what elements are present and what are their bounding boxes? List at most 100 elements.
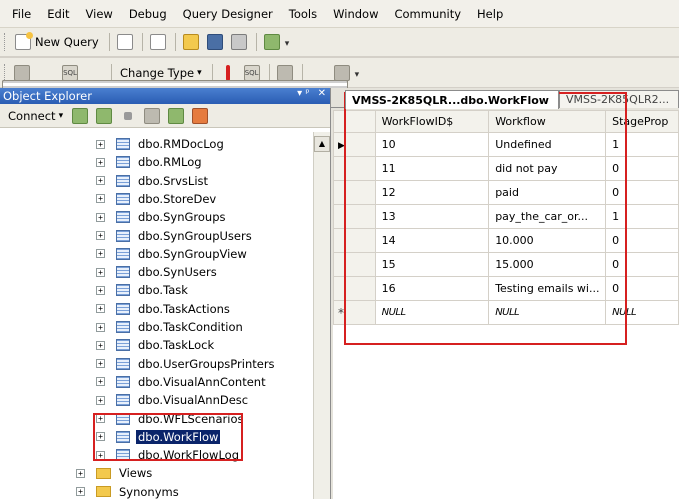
- tree-item-table[interactable]: + dbo.TaskLock: [96, 336, 216, 354]
- row-selector[interactable]: ▶: [333, 132, 376, 157]
- toolbar-overflow-icon[interactable]: ▾: [285, 33, 295, 51]
- expand-icon[interactable]: +: [96, 176, 105, 186]
- object-explorer-scrollbar[interactable]: ▲: [313, 132, 330, 499]
- expand-icon[interactable]: +: [96, 340, 105, 350]
- tree-item-table[interactable]: + dbo.VisualAnnDesc: [96, 391, 250, 409]
- expand-icon[interactable]: +: [96, 231, 105, 240]
- row-selector[interactable]: [333, 180, 376, 205]
- scroll-up-icon[interactable]: ▲: [314, 136, 330, 152]
- grid-cell[interactable]: Testing emails wi...: [488, 276, 607, 301]
- tree-item-table[interactable]: + dbo.RMDocLog: [96, 135, 226, 153]
- expand-icon[interactable]: +: [96, 139, 105, 149]
- pin-icon[interactable]: ▾ ᵖ: [297, 88, 309, 99]
- close-icon[interactable]: ✕: [318, 88, 326, 99]
- tree-item-table[interactable]: + dbo.WorkFlow: [96, 428, 221, 446]
- report-button[interactable]: [261, 31, 283, 53]
- filter-button[interactable]: [141, 105, 163, 127]
- toolbar-overflow-icon[interactable]: ▾: [355, 64, 365, 82]
- tree-item-table[interactable]: + dbo.WorkFlowLog: [96, 446, 241, 464]
- tab-workflow-table[interactable]: VMSS-2K85QLR...dbo.WorkFlow: [345, 90, 559, 109]
- tree-item-table[interactable]: + dbo.RMLog: [96, 153, 204, 171]
- print-button[interactable]: [228, 31, 250, 53]
- grid-cell[interactable]: 13: [374, 204, 490, 229]
- new-project-button[interactable]: [114, 31, 136, 53]
- table-row[interactable]: 11 did not pay 0: [333, 156, 679, 181]
- expand-icon[interactable]: +: [96, 304, 105, 314]
- row-selector[interactable]: [333, 156, 376, 181]
- grid-cell[interactable]: 0: [605, 228, 679, 253]
- summary-button[interactable]: [189, 105, 211, 127]
- menu-item-community[interactable]: Community: [386, 7, 469, 21]
- grid-cell-null[interactable]: NULL: [374, 300, 490, 325]
- object-explorer-tree[interactable]: + dbo.RMDocLog + dbo.RMLog + dbo.SrvsList + dbo…: [0, 132, 313, 499]
- table-row[interactable]: 14 10.000 0: [333, 228, 679, 253]
- tree-item-folder[interactable]: + Synonyms: [76, 483, 181, 499]
- grid-cell[interactable]: 1: [605, 204, 679, 229]
- row-selector[interactable]: [333, 276, 376, 301]
- tree-item-table[interactable]: + dbo.SynGroups: [96, 208, 228, 226]
- expand-icon[interactable]: +: [96, 194, 105, 204]
- tree-item-table[interactable]: + dbo.Task: [96, 281, 190, 299]
- new-row[interactable]: * NULL NULL NULL: [333, 300, 679, 325]
- expand-icon[interactable]: +: [96, 212, 105, 222]
- grid-cell[interactable]: pay_the_car_or...: [488, 204, 607, 229]
- new-query-button[interactable]: New Query: [11, 31, 103, 53]
- toolbar-grip[interactable]: [4, 33, 7, 51]
- stop-button[interactable]: [117, 105, 139, 127]
- expand-icon[interactable]: +: [96, 322, 105, 332]
- expand-icon[interactable]: +: [96, 395, 105, 405]
- tree-item-table[interactable]: + dbo.SrvsList: [96, 172, 210, 190]
- tree-item-table[interactable]: + dbo.StoreDev: [96, 190, 218, 208]
- save-button[interactable]: [204, 31, 226, 53]
- add-table-button[interactable]: [2, 62, 348, 469]
- grid-cell[interactable]: 10: [374, 132, 490, 157]
- expand-icon[interactable]: +: [96, 414, 105, 423]
- tree-item-folder[interactable]: + Views: [76, 464, 154, 482]
- grid-cell[interactable]: 15: [374, 252, 490, 277]
- grid-cell[interactable]: 14: [374, 228, 490, 253]
- expand-icon[interactable]: +: [96, 285, 105, 295]
- column-header[interactable]: Workflow: [488, 110, 607, 133]
- table-row[interactable]: ▶ 10 Undefined 1: [333, 132, 679, 157]
- tree-item-table[interactable]: + dbo.UserGroupsPrinters: [96, 355, 277, 373]
- new-file-button[interactable]: [147, 31, 169, 53]
- toolbar-grip[interactable]: [4, 63, 7, 82]
- tree-item-table[interactable]: + dbo.TaskCondition: [96, 318, 245, 336]
- table-row[interactable]: 15 15.000 0: [333, 252, 679, 277]
- tree-item-table[interactable]: + dbo.VisualAnnContent: [96, 373, 268, 391]
- expand-icon[interactable]: +: [96, 432, 105, 442]
- tree-item-table[interactable]: + dbo.SynGroupView: [96, 245, 249, 263]
- grid-cell[interactable]: 0: [605, 156, 679, 181]
- expand-icon[interactable]: +: [96, 359, 105, 369]
- expand-icon[interactable]: +: [76, 487, 85, 497]
- disconnect-button[interactable]: [93, 105, 115, 127]
- row-selector[interactable]: *: [333, 300, 376, 325]
- tree-item-table[interactable]: + dbo.SynUsers: [96, 263, 219, 281]
- grid-cell[interactable]: 0: [605, 252, 679, 277]
- open-button[interactable]: [180, 31, 202, 53]
- expand-icon[interactable]: +: [96, 450, 105, 460]
- expand-icon[interactable]: +: [96, 377, 105, 387]
- connect-dropdown[interactable]: Connect ▾: [4, 105, 67, 127]
- menu-item-tools[interactable]: Tools: [281, 7, 325, 21]
- grid-cell[interactable]: 0: [605, 276, 679, 301]
- table-row[interactable]: 16 Testing emails wi... 0: [333, 276, 679, 301]
- row-selector[interactable]: [333, 204, 376, 229]
- expand-icon[interactable]: +: [96, 157, 105, 167]
- grid-cell[interactable]: 10.000: [488, 228, 607, 253]
- table-row[interactable]: 13 pay_the_car_or... 1: [333, 204, 679, 229]
- grid-cell-null[interactable]: NULL: [605, 300, 679, 325]
- grid-cell[interactable]: 12: [374, 180, 490, 205]
- column-header[interactable]: StageProp: [605, 110, 679, 133]
- grid-cell[interactable]: 0: [605, 180, 679, 205]
- expand-icon[interactable]: +: [76, 468, 85, 478]
- table-row[interactable]: 12 paid 0: [333, 180, 679, 205]
- expand-icon[interactable]: +: [96, 267, 105, 277]
- grid-cell[interactable]: 11: [374, 156, 490, 181]
- menu-item-query-designer[interactable]: Query Designer: [175, 7, 281, 21]
- expand-icon[interactable]: +: [96, 249, 105, 259]
- menu-item-window[interactable]: Window: [325, 7, 386, 21]
- menu-item-file[interactable]: File: [4, 7, 39, 21]
- row-selector[interactable]: [333, 252, 376, 277]
- tree-item-table[interactable]: + dbo.SynGroupUsers: [96, 227, 254, 245]
